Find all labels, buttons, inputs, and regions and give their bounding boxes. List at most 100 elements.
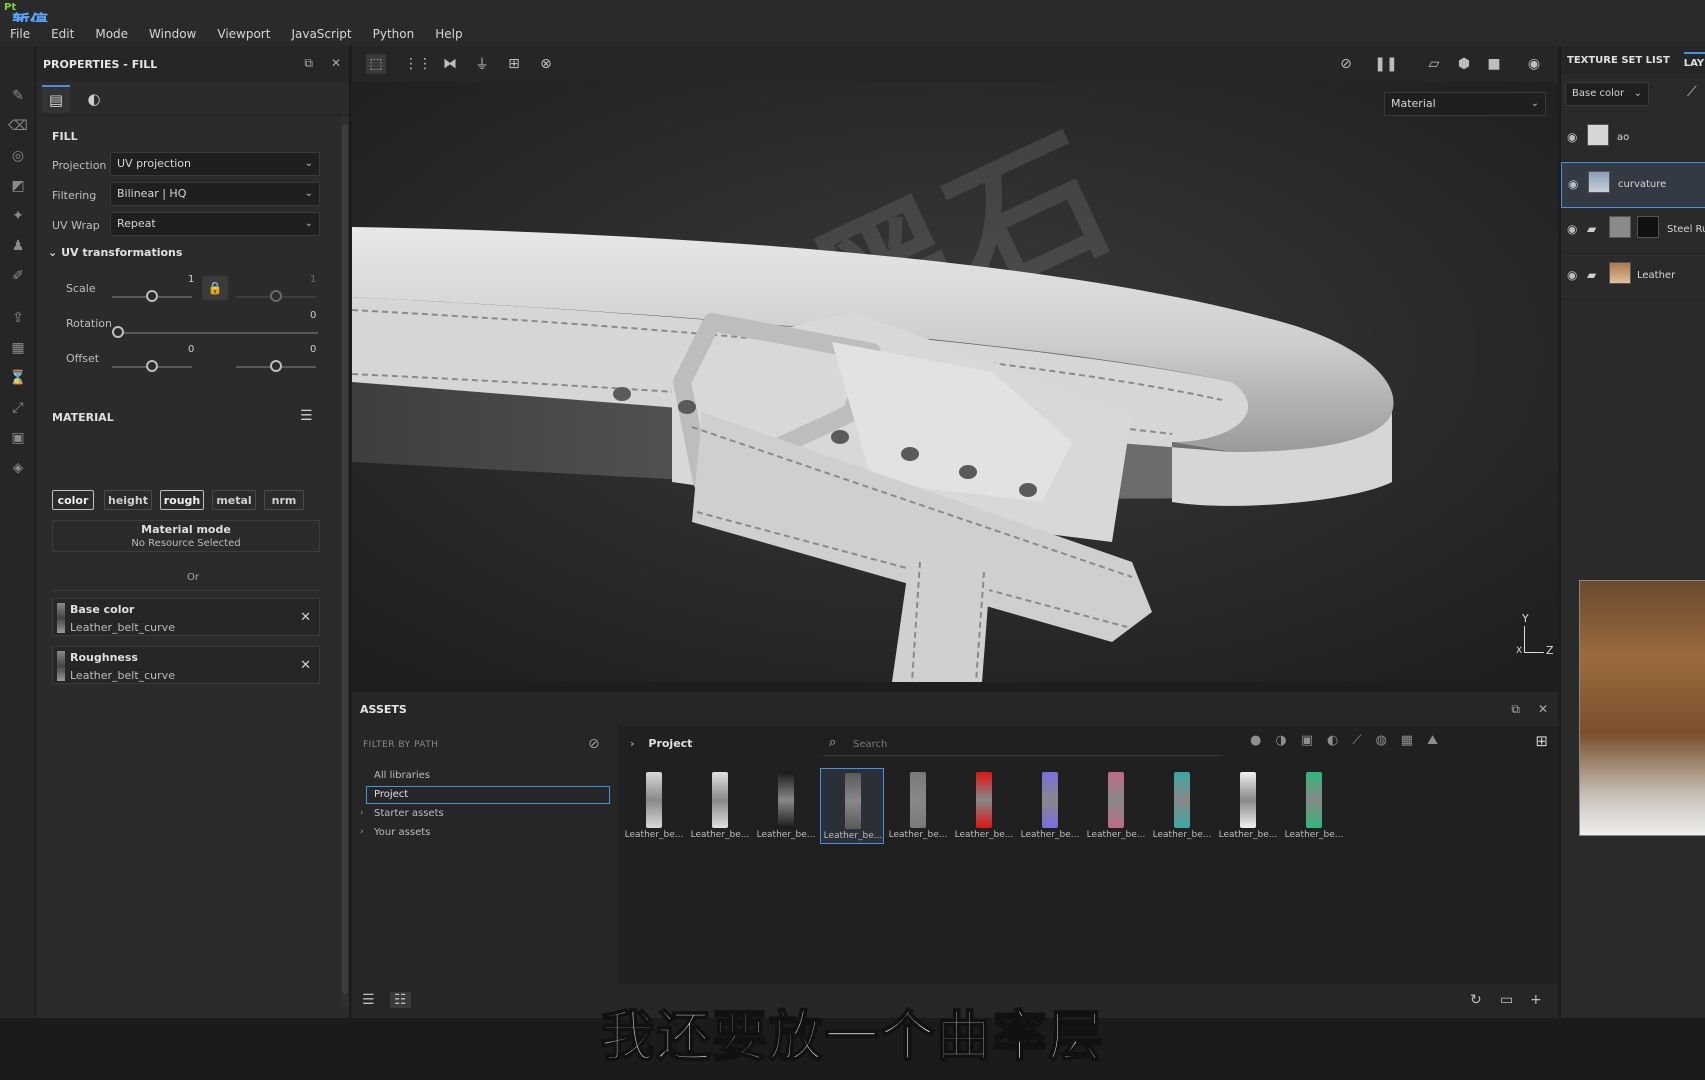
view-3d-icon[interactable]: ⬢ [1454,54,1474,74]
document-icon[interactable]: ▣ [8,428,28,448]
close-icon[interactable]: ✕ [1538,702,1548,717]
eye-icon[interactable]: ◉ [1568,177,1578,191]
scale-slider-u-knob[interactable] [146,290,158,302]
asset-thumbnail[interactable]: Leather_be... [952,768,1016,844]
color-picker-icon[interactable]: ✐ [8,266,28,286]
filter-smart-materials-icon[interactable]: ◑ [1275,733,1286,748]
filter-materials-icon[interactable]: ● [1250,733,1261,748]
paint-brush-icon[interactable]: ✎ [8,86,28,106]
menu-mode[interactable]: Mode [95,27,128,41]
fit-view-icon[interactable]: ⊞ [504,54,524,74]
close-icon[interactable]: ✕ [331,56,341,71]
tab-layers[interactable]: LAYER [1683,51,1705,69]
base-color-resource-slot[interactable]: Base color Leather_belt_curve ✕ [52,598,320,636]
lock-icon[interactable]: 🔒 [202,276,228,300]
polygon-fill-icon[interactable]: ◩ [8,176,28,196]
layer-tool-icon[interactable]: ⟋ [1687,84,1697,100]
layer-channel-dropdown[interactable]: Base color ⌄ [1565,82,1649,106]
layer-leather[interactable]: ◉ ▰ Leather [1561,254,1705,300]
mirror-x-icon[interactable]: ⧓ [440,54,460,74]
display-settings-icon[interactable]: ◈ [8,458,28,478]
menu-python[interactable]: Python [373,27,415,41]
rotation-slider-knob[interactable] [112,326,124,338]
filter-textures-icon[interactable]: ▦ [1401,733,1413,748]
material-tab-icon[interactable]: ◐ [80,85,108,113]
menu-help[interactable]: Help [435,27,462,41]
channel-metal-button[interactable]: metal [212,490,256,510]
filter-generators-icon[interactable]: ◐ [1327,733,1338,748]
close-icon[interactable]: ✕ [300,658,311,673]
asset-thumbnail[interactable]: Leather_be... [754,768,818,844]
menu-window[interactable]: Window [149,27,196,41]
library-starter-assets[interactable]: Starter assets [374,808,444,819]
viewport-material-dropdown[interactable]: Material ⌄ [1384,92,1546,116]
roughness-resource-slot[interactable]: Roughness Leather_belt_curve ✕ [52,646,320,684]
clone-stamp-icon[interactable]: ♟ [8,236,28,256]
material-mode-slot[interactable]: Material mode No Resource Selected [52,520,320,552]
asset-thumbnail[interactable]: Leather_be... [1018,768,1082,844]
asset-thumbnail[interactable]: Leather_be... [622,768,686,844]
filter-brushes-icon[interactable]: ⟋ [1352,733,1361,748]
filter-particles-icon[interactable]: ◍ [1375,733,1386,748]
view-2d-icon[interactable]: ▱ [1424,54,1444,74]
asset-thumbnail[interactable]: Leather_be... [1150,768,1214,844]
history-icon[interactable]: ⌛ [8,368,28,388]
filter-masks-icon[interactable]: ▣ [1301,733,1313,748]
chevron-right-icon[interactable]: › [360,827,364,837]
close-icon[interactable]: ✕ [300,610,311,625]
eraser-icon[interactable]: ⌫ [8,116,28,136]
float-panel-icon[interactable]: ⧉ [304,56,313,71]
rotation-slider[interactable] [112,332,318,334]
library-project[interactable]: Project [366,786,610,804]
asset-thumbnail[interactable]: Leather_be... [820,768,884,844]
tab-texture-set-list[interactable]: TEXTURE SET LIST [1567,55,1670,66]
filtering-dropdown[interactable]: Bilinear | HQ ⌄ [110,182,320,206]
pause-icon[interactable]: ❚❚ [1374,54,1397,74]
selection-mode-icon[interactable]: ⬚ [366,54,386,74]
library-all[interactable]: All libraries [374,770,430,781]
3d-viewport[interactable]: 黑石 Material ⌄ Y Z X [352,82,1558,682]
grid-view-icon[interactable]: ⊞ [1535,732,1548,750]
export-icon[interactable]: ⇪ [8,308,28,328]
offset-slider-v-knob[interactable] [270,360,282,372]
camera-icon[interactable]: ■ [1484,54,1504,74]
material-menu-icon[interactable]: ☰ [300,408,313,424]
projection-dropdown[interactable]: UV projection ⌄ [110,152,320,176]
float-panel-icon[interactable]: ⧉ [1511,702,1520,717]
asset-thumbnail[interactable]: Leather_be... [1216,768,1280,844]
smudge-icon[interactable]: ✦ [8,206,28,226]
uv-transformations-toggle[interactable]: ⌄ UV transformations [48,246,182,259]
eye-icon[interactable]: ◉ [1567,222,1577,236]
asset-thumbnail[interactable]: Leather_be... [688,768,752,844]
channel-rough-button[interactable]: rough [160,490,204,510]
chevron-right-icon[interactable]: › [360,808,364,818]
menu-javascript[interactable]: JavaScript [291,27,351,41]
layer-curvature[interactable]: ◉ curvature [1561,162,1705,208]
screenshot-icon[interactable]: ◉ [1524,54,1544,74]
fill-properties-tab-icon[interactable]: ▤ [42,84,70,113]
channel-color-button[interactable]: color [52,490,94,510]
properties-scrollbar[interactable] [341,116,349,1006]
shelf-icon[interactable]: ▦ [8,338,28,358]
grid-icon[interactable]: ⋮⋮ [404,54,432,74]
uvwrap-dropdown[interactable]: Repeat ⌄ [110,212,320,236]
library-your-assets[interactable]: Your assets [374,827,430,838]
menu-edit[interactable]: Edit [51,27,74,41]
channel-height-button[interactable]: height [104,490,152,510]
asset-thumbnail[interactable]: Leather_be... [1282,768,1346,844]
reset-icon[interactable]: ⊗ [536,54,556,74]
mirror-y-icon[interactable]: ⏚ [472,54,492,74]
offset-slider-u-knob[interactable] [146,360,158,372]
eye-icon[interactable]: ◉ [1567,268,1577,282]
projection-icon[interactable]: ◎ [8,146,28,166]
asset-thumbnail[interactable]: Leather_be... [1084,768,1148,844]
eye-icon[interactable]: ◉ [1567,130,1577,144]
layer-steel-rust[interactable]: ◉ ▰ Steel Ru [1561,208,1705,254]
hide-filter-icon[interactable]: ⊘ [588,736,600,752]
hide-icon[interactable]: ⊘ [1336,54,1356,74]
search-input[interactable] [853,735,1213,753]
menu-file[interactable]: File [10,27,30,41]
asset-thumbnail[interactable]: Leather_be... [886,768,950,844]
filter-environments-icon[interactable]: ⛰ [1427,733,1438,748]
menu-viewport[interactable]: Viewport [217,27,270,41]
